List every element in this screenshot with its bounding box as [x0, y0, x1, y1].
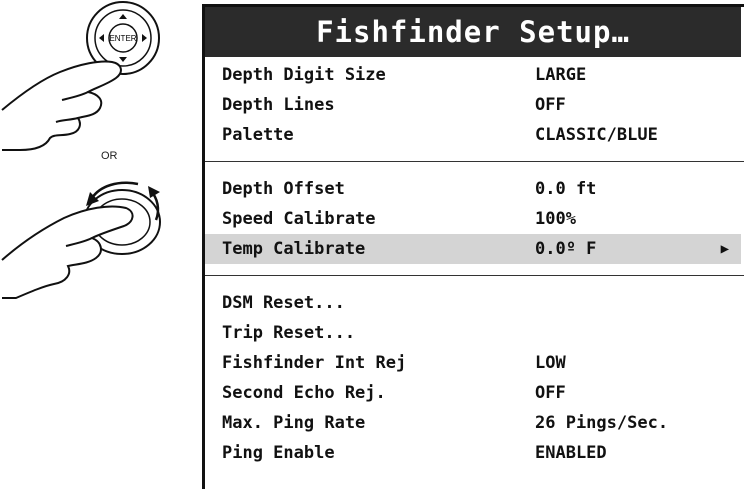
menu-item-trip-reset[interactable]: Trip Reset... — [205, 318, 744, 348]
menu-title: Fishfinder Setup… — [205, 7, 741, 57]
menu-item-label: Palette — [222, 125, 294, 145]
menu-item-label: Temp Calibrate — [222, 239, 366, 259]
menu-item-value: 100% — [535, 209, 576, 229]
pressing-hand-icon — [1, 60, 122, 151]
menu-item-label: Max. Ping Rate — [222, 413, 366, 433]
menu-item-speed-calibrate[interactable]: Speed Calibrate 100% — [205, 204, 744, 234]
menu-item-label: Trip Reset... — [222, 323, 356, 343]
menu-item-label: DSM Reset... — [222, 293, 345, 313]
menu-item-temp-calibrate[interactable]: Temp Calibrate 0.0º F ▶ — [205, 234, 741, 264]
menu-divider — [205, 275, 744, 276]
menu-item-label: Fishfinder Int Rej — [222, 353, 407, 373]
menu-item-depth-offset[interactable]: Depth Offset 0.0 ft — [205, 174, 744, 204]
menu-item-value: LARGE — [535, 65, 587, 85]
menu-item-palette[interactable]: Palette CLASSIC/BLUE — [205, 120, 744, 150]
menu-item-value: OFF — [535, 95, 566, 115]
menu-item-value: 26 Pings/Sec. — [535, 413, 669, 433]
menu-rows: Depth Digit Size LARGE Depth Lines OFF P… — [205, 60, 744, 468]
menu-item-dsm-reset[interactable]: DSM Reset... — [205, 288, 744, 318]
menu-item-label: Depth Digit Size — [222, 65, 386, 85]
submenu-arrow-icon: ▶ — [720, 241, 729, 257]
menu-item-label: Second Echo Rej. — [222, 383, 386, 403]
menu-divider — [205, 161, 744, 162]
knob-illustration: ENTER — [1, 1, 161, 299]
menu-item-depth-lines[interactable]: Depth Lines OFF — [205, 90, 744, 120]
menu-item-label: Ping Enable — [222, 443, 335, 463]
menu-item-value: LOW — [535, 353, 566, 373]
menu-item-second-echo-rej[interactable]: Second Echo Rej. OFF — [205, 378, 744, 408]
menu-item-ping-enable[interactable]: Ping Enable ENABLED — [205, 438, 744, 468]
menu-item-value: ENABLED — [535, 443, 607, 463]
menu-item-label: Depth Offset — [222, 179, 345, 199]
fishfinder-setup-menu: Fishfinder Setup… Depth Digit Size LARGE… — [202, 4, 744, 489]
menu-item-value: OFF — [535, 383, 566, 403]
menu-item-fishfinder-int-rej[interactable]: Fishfinder Int Rej LOW — [205, 348, 744, 378]
menu-item-value: 0.0 ft — [535, 179, 597, 199]
or-label: OR — [101, 150, 118, 162]
svg-text:ENTER: ENTER — [109, 34, 136, 43]
menu-item-max-ping-rate[interactable]: Max. Ping Rate 26 Pings/Sec. — [205, 408, 744, 438]
menu-item-label: Speed Calibrate — [222, 209, 376, 229]
menu-item-depth-digit-size[interactable]: Depth Digit Size LARGE — [205, 60, 744, 90]
menu-item-label: Depth Lines — [222, 95, 335, 115]
menu-item-value: CLASSIC/BLUE — [535, 125, 658, 145]
menu-item-value: 0.0º F — [535, 239, 597, 259]
